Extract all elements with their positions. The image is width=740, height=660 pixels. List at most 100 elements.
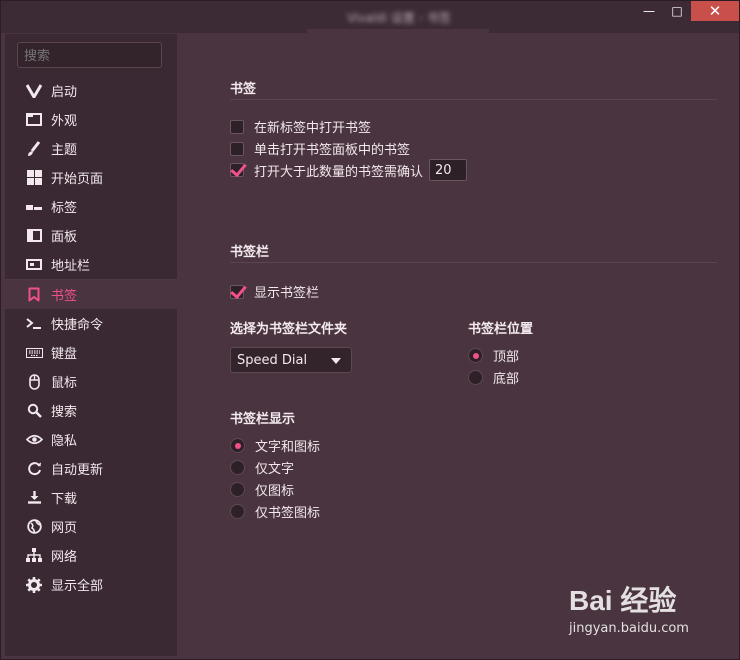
sidebar-item-label: 标签 bbox=[51, 201, 78, 216]
option-show-bookmark-bar[interactable]: 显示书签栏 bbox=[230, 282, 319, 301]
sidebar-item-label: 外观 bbox=[51, 114, 78, 129]
option-open-in-new-tab[interactable]: 在新标签中打开书签 bbox=[230, 117, 371, 136]
display-option-text-only[interactable]: 仅文字 bbox=[230, 458, 294, 477]
sidebar-item-label: 面板 bbox=[51, 230, 78, 245]
checkbox[interactable] bbox=[230, 284, 244, 299]
sidebar-item-appearance[interactable]: 外观 bbox=[5, 105, 177, 134]
checkbox[interactable] bbox=[230, 119, 244, 134]
mouse-icon bbox=[25, 373, 43, 391]
search-input[interactable] bbox=[17, 42, 162, 68]
address-bar-icon bbox=[25, 256, 43, 274]
radio-button[interactable] bbox=[468, 370, 483, 385]
option-label: 单击打开书签面板中的书签 bbox=[254, 143, 411, 158]
display-option-text-and-icons[interactable]: 文字和图标 bbox=[230, 436, 320, 455]
sidebar-item-start-page[interactable]: 开始页面 bbox=[5, 163, 177, 192]
sidebar-item-label: 键盘 bbox=[51, 347, 78, 362]
radio-button[interactable] bbox=[230, 460, 245, 475]
network-icon bbox=[25, 547, 43, 565]
sidebar-item-show-all[interactable]: 显示全部 bbox=[5, 570, 177, 599]
section-divider bbox=[230, 262, 717, 263]
sidebar-item-panel[interactable]: 面板 bbox=[5, 221, 177, 250]
radio-button[interactable] bbox=[230, 482, 245, 497]
radio-button[interactable] bbox=[468, 348, 483, 363]
sidebar-item-downloads[interactable]: 下载 bbox=[5, 483, 177, 512]
close-button[interactable]: ✕ bbox=[691, 1, 739, 21]
sidebar-item-label: 启动 bbox=[51, 85, 78, 100]
vivaldi-logo-icon bbox=[25, 82, 43, 100]
sidebar-item-label: 网页 bbox=[51, 521, 78, 536]
search-icon bbox=[25, 402, 43, 420]
sidebar-item-label: 书签 bbox=[51, 289, 78, 304]
window-icon bbox=[25, 111, 43, 129]
sidebar-item-startup[interactable]: 启动 bbox=[5, 76, 177, 105]
sidebar-item-label: 地址栏 bbox=[51, 259, 91, 274]
sidebar-item-theme[interactable]: 主题 bbox=[5, 134, 177, 163]
window-title: Vivaldi 设置 - 书签 bbox=[347, 11, 451, 25]
sidebar-item-label: 显示全部 bbox=[51, 579, 104, 594]
display-option-favicon-only[interactable]: 仅书签图标 bbox=[230, 502, 320, 521]
folder-select-value: Speed Dial bbox=[237, 352, 308, 368]
command-prompt-icon bbox=[25, 315, 43, 333]
option-label: 打开大于此数量的书签需确认 bbox=[254, 164, 424, 180]
sidebar-item-privacy[interactable]: 隐私 bbox=[5, 425, 177, 454]
option-label: 顶部 bbox=[493, 350, 520, 365]
sidebar-item-network[interactable]: 网络 bbox=[5, 541, 177, 570]
confirm-count-input[interactable]: 20 bbox=[429, 159, 468, 181]
bookmark-icon bbox=[25, 286, 43, 304]
section-title-bookmarks: 书签 bbox=[230, 82, 257, 97]
panel-icon bbox=[25, 227, 43, 245]
chevron-down-icon bbox=[331, 358, 341, 364]
sidebar-item-label: 自动更新 bbox=[51, 463, 104, 478]
brush-icon bbox=[25, 140, 43, 158]
sidebar-item-label: 隐私 bbox=[51, 434, 78, 449]
sidebar-item-auto-update[interactable]: 自动更新 bbox=[5, 454, 177, 483]
sidebar-item-address-bar[interactable]: 地址栏 bbox=[5, 250, 177, 279]
sidebar-item-bookmarks[interactable]: 书签 bbox=[5, 280, 177, 309]
display-option-icons-only[interactable]: 仅图标 bbox=[230, 480, 294, 499]
option-label: 仅书签图标 bbox=[255, 506, 321, 521]
download-icon bbox=[25, 489, 43, 507]
position-label: 书签栏位置 bbox=[468, 322, 534, 337]
sidebar-item-label: 主题 bbox=[51, 143, 78, 158]
watermark-url: jingyan.baidu.com bbox=[569, 621, 689, 636]
sidebar-item-label: 网络 bbox=[51, 550, 78, 565]
option-confirm-open-many[interactable]: 打开大于此数量的书签需确认 20 bbox=[230, 159, 468, 181]
section-title-bookmark-bar: 书签栏 bbox=[230, 245, 270, 260]
sidebar-item-quick-commands[interactable]: 快捷命令 bbox=[5, 309, 177, 338]
sidebar-item-label: 开始页面 bbox=[51, 172, 104, 187]
minimize-button[interactable]: — bbox=[635, 1, 663, 21]
position-option-bottom[interactable]: 底部 bbox=[468, 368, 519, 387]
checkbox[interactable] bbox=[230, 141, 244, 156]
position-option-top[interactable]: 顶部 bbox=[468, 346, 519, 365]
option-label: 底部 bbox=[493, 372, 520, 387]
refresh-icon bbox=[25, 460, 43, 478]
sidebar-item-label: 鼠标 bbox=[51, 376, 78, 391]
section-divider bbox=[230, 99, 717, 100]
folder-select[interactable]: Speed Dial bbox=[230, 347, 352, 373]
watermark-brand: Bai 经验 bbox=[569, 585, 677, 616]
display-label: 书签栏显示 bbox=[230, 412, 296, 427]
radio-button[interactable] bbox=[230, 438, 245, 453]
sidebar-item-label: 搜索 bbox=[51, 405, 78, 420]
option-single-click-panel[interactable]: 单击打开书签面板中的书签 bbox=[230, 139, 410, 158]
baidu-watermark: Bai 经验 jingyan.baidu.com bbox=[569, 579, 689, 636]
sidebar-item-label: 下载 bbox=[51, 492, 78, 507]
sidebar-item-webpages[interactable]: 网页 bbox=[5, 512, 177, 541]
tabs-icon bbox=[25, 198, 43, 216]
eye-icon bbox=[25, 431, 43, 449]
sidebar-item-label: 快捷命令 bbox=[51, 318, 104, 333]
sidebar-item-tabs[interactable]: 标签 bbox=[5, 192, 177, 221]
option-label: 在新标签中打开书签 bbox=[254, 121, 372, 136]
checkbox[interactable] bbox=[230, 163, 244, 177]
option-label: 仅图标 bbox=[255, 484, 295, 499]
sidebar: 启动 外观 主题 开始页面 标签 bbox=[5, 34, 177, 656]
radio-button[interactable] bbox=[230, 504, 245, 519]
maximize-button[interactable]: □ bbox=[663, 1, 691, 21]
option-label: 仅文字 bbox=[255, 462, 295, 477]
keyboard-icon bbox=[25, 344, 43, 362]
sidebar-item-search[interactable]: 搜索 bbox=[5, 396, 177, 425]
sidebar-item-mouse[interactable]: 鼠标 bbox=[5, 367, 177, 396]
globe-icon bbox=[25, 518, 43, 536]
sidebar-item-keyboard[interactable]: 键盘 bbox=[5, 338, 177, 367]
gear-icon bbox=[25, 576, 43, 594]
